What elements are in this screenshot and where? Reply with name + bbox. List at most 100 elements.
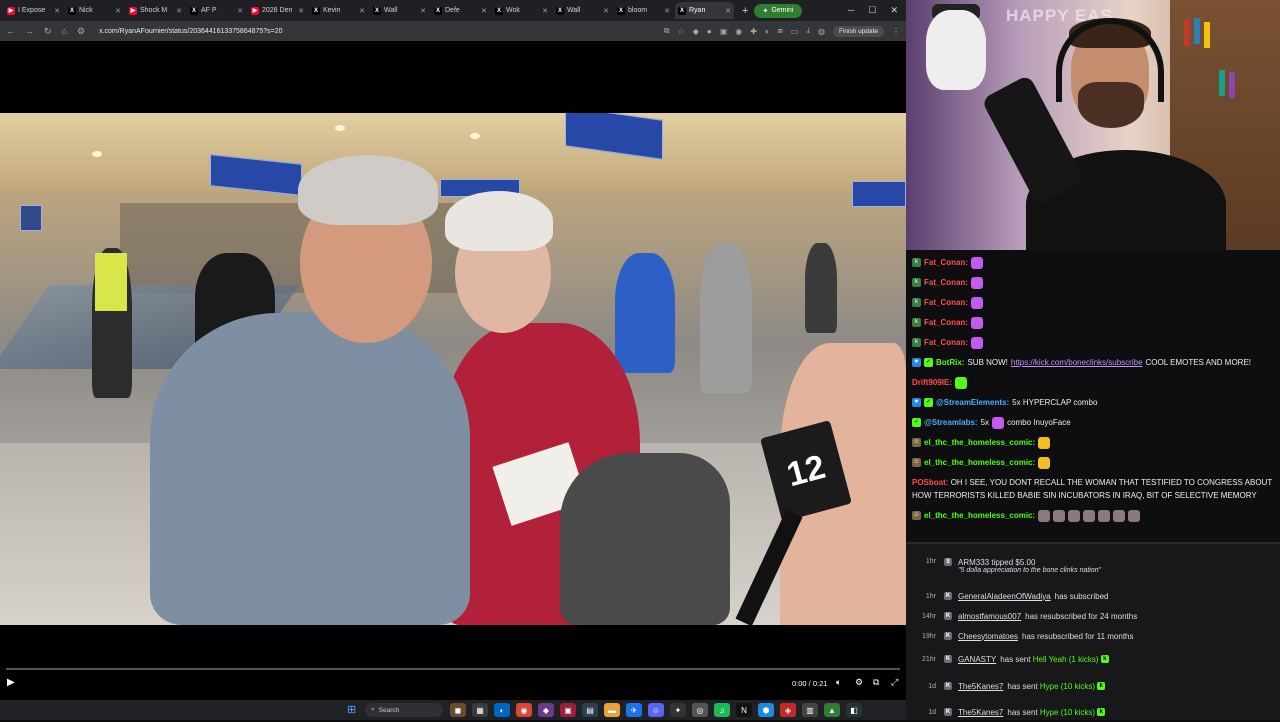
- close-tab-icon[interactable]: ✕: [725, 7, 731, 15]
- app-icon[interactable]: ◎: [692, 703, 708, 717]
- browser-tab[interactable]: ▶ I Expose ✕: [4, 2, 63, 19]
- play-icon[interactable]: ▶: [7, 677, 17, 689]
- video-time: 0:00 / 0:21: [792, 679, 828, 688]
- app-icon[interactable]: ▥: [802, 703, 818, 717]
- reload-icon[interactable]: ↻: [44, 26, 52, 37]
- url-field[interactable]: x.com/RyanAFournier/status/2036441613375…: [99, 28, 283, 35]
- taskbar-search[interactable]: ⌕ Search: [365, 703, 443, 717]
- close-tab-icon[interactable]: ✕: [237, 7, 243, 15]
- browser-tab[interactable]: ▶ Shock M ✕: [126, 2, 185, 19]
- app-icon[interactable]: ◆: [538, 703, 554, 717]
- browser-tab[interactable]: X Wok ✕: [492, 2, 551, 19]
- forward-icon[interactable]: →: [25, 26, 34, 36]
- volume-icon[interactable]: 🔈︎: [836, 677, 841, 688]
- browser-tab[interactable]: Xbloom ✕: [614, 2, 673, 19]
- chat-message: k Fat_Conan:: [912, 256, 1274, 269]
- chat-message: k Fat_Conan:: [912, 316, 1274, 329]
- book: [1194, 18, 1200, 44]
- close-tab-icon[interactable]: ✕: [54, 7, 60, 15]
- close-tab-icon[interactable]: ✕: [359, 7, 365, 15]
- app-icon[interactable]: ⬢: [758, 703, 774, 717]
- app-icon[interactable]: ▣: [560, 703, 576, 717]
- site-info-icon[interactable]: ⚙: [77, 26, 85, 37]
- new-tab-button[interactable]: +: [742, 5, 748, 17]
- fullscreen-icon[interactable]: ⤢: [891, 677, 898, 688]
- minimize-icon[interactable]: ─: [848, 5, 854, 16]
- extension-icon[interactable]: ◉: [735, 27, 742, 36]
- extension-icon[interactable]: ◐: [765, 27, 770, 36]
- close-tab-icon[interactable]: ✕: [176, 7, 182, 15]
- close-tab-icon[interactable]: ✕: [115, 7, 121, 15]
- mod-badge-icon: ✓: [924, 358, 933, 367]
- video-progress-bar[interactable]: [6, 668, 900, 670]
- pip-icon[interactable]: ⧉: [873, 677, 879, 688]
- close-tab-icon[interactable]: ✕: [298, 7, 304, 15]
- ceiling-light: [470, 133, 480, 139]
- kick-icon: K: [944, 632, 952, 640]
- edge-icon[interactable]: ◐: [494, 703, 510, 717]
- browser-tab[interactable]: ▶ 2028 Den ✕: [248, 2, 307, 19]
- close-tab-icon[interactable]: ✕: [481, 7, 487, 15]
- extension-icon[interactable]: ✚: [750, 27, 757, 36]
- app-icon[interactable]: ◧: [846, 703, 862, 717]
- close-tab-icon[interactable]: ✕: [603, 7, 609, 15]
- download-icon[interactable]: ⤓: [806, 26, 810, 36]
- emote-icon: [1098, 509, 1111, 522]
- extension-icon[interactable]: ●: [707, 27, 712, 36]
- profile-avatar[interactable]: ◍: [818, 27, 825, 36]
- task-view-icon[interactable]: ▦: [472, 703, 488, 717]
- video-player[interactable]: 12 ▶ 0:00 / 0:21 🔈︎ ⚙ ⧉ ⤢: [0, 41, 906, 700]
- bot-badge-icon: ★: [912, 358, 921, 367]
- maximize-icon[interactable]: ☐: [868, 5, 876, 16]
- chat-message: k Fat_Conan:: [912, 336, 1274, 349]
- home-icon[interactable]: ⌂: [62, 26, 67, 36]
- file-explorer-icon[interactable]: ▬: [604, 703, 620, 717]
- chrome-icon[interactable]: ◉: [516, 703, 532, 717]
- kick-coin-icon: k: [1100, 655, 1109, 663]
- app-icon[interactable]: ✈: [626, 703, 642, 717]
- browser-tab[interactable]: X Kevin ✕: [309, 2, 368, 19]
- spotify-icon[interactable]: ♫: [714, 703, 730, 717]
- notion-icon[interactable]: N: [736, 703, 752, 717]
- gemini-button[interactable]: ✦ Gemini: [754, 3, 802, 18]
- app-icon[interactable]: ✦: [670, 703, 686, 717]
- feed-row: 19hr K Cheesytomatoes has resubscribed for …: [921, 631, 1134, 641]
- subscribe-link[interactable]: https://kick.com/boneclinks/subscribe: [1011, 356, 1143, 369]
- extension-icon[interactable]: ◆: [693, 27, 699, 36]
- close-tab-icon[interactable]: ✕: [542, 7, 548, 15]
- bot-badge-icon: ★: [912, 398, 921, 407]
- browser-tab[interactable]: X Wall ✕: [370, 2, 429, 19]
- chat-message: Drift909IE:: [912, 376, 1274, 389]
- puzzle-icon[interactable]: ⧈: [778, 26, 783, 36]
- app-icon[interactable]: ◈: [780, 703, 796, 717]
- app-icon[interactable]: ▤: [582, 703, 598, 717]
- close-tab-icon[interactable]: ✕: [664, 7, 670, 15]
- browser-tab[interactable]: X AF P ✕: [187, 2, 246, 19]
- finish-update-button[interactable]: Finish update: [832, 25, 884, 37]
- browser-tab-active[interactable]: X Ryan ✕: [675, 2, 734, 19]
- settings-icon[interactable]: ⚙: [855, 677, 863, 688]
- discord-icon[interactable]: ☺: [648, 703, 664, 717]
- kick-badge-icon: k: [912, 258, 921, 267]
- windows-taskbar: ⊞ ⌕ Search ◼ ▦ ◐ ◉ ◆ ▣ ▤ ▬ ✈ ☺ ✦ ◎ ♫ N ⬢ …: [0, 700, 906, 720]
- address-bar: ← → ↻ ⌂ ⚙ x.com/RyanAFournier/status/203…: [0, 21, 906, 41]
- windows-start-icon[interactable]: ⊞: [347, 704, 359, 716]
- back-icon[interactable]: ←: [6, 26, 15, 36]
- close-tab-icon[interactable]: ✕: [420, 7, 426, 15]
- extension-icon[interactable]: ▣: [720, 27, 728, 36]
- menu-dots-icon[interactable]: ⋮: [892, 27, 900, 36]
- app-icon[interactable]: ▲: [824, 703, 840, 717]
- browser-tab[interactable]: X Defe ✕: [431, 2, 490, 19]
- chat-message: ☺ el_thc_the_homeless_comic:: [912, 509, 1274, 522]
- close-window-icon[interactable]: ✕: [890, 5, 898, 16]
- browser-tab[interactable]: X Nick ✕: [65, 2, 124, 19]
- app-icon[interactable]: ◼: [450, 703, 466, 717]
- kick-badge-icon: k: [912, 278, 921, 287]
- sidebar-icon[interactable]: ▭: [791, 27, 799, 36]
- video-frame[interactable]: 12: [0, 113, 906, 625]
- bystander: [805, 243, 837, 333]
- x-logo-icon: X: [556, 6, 564, 15]
- bookmark-star-icon[interactable]: ☆: [678, 27, 685, 36]
- install-icon[interactable]: ⧉: [664, 26, 670, 36]
- browser-tab[interactable]: X Wall ✕: [553, 2, 612, 19]
